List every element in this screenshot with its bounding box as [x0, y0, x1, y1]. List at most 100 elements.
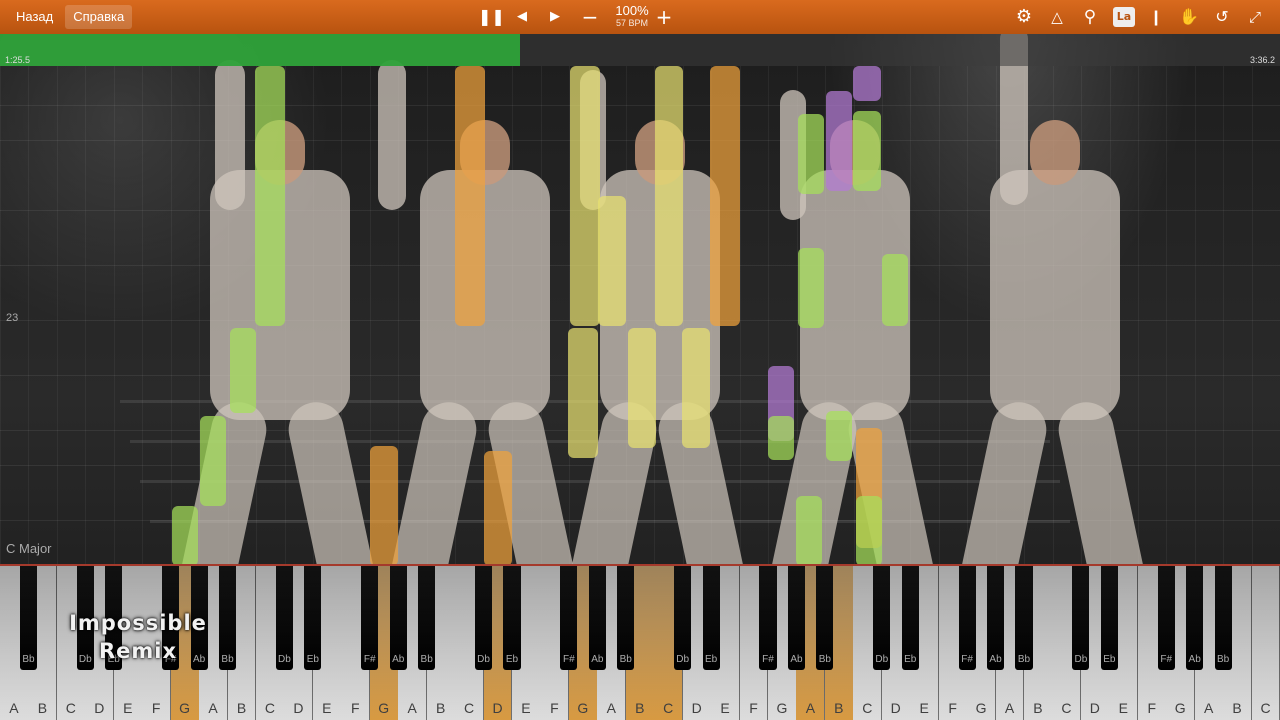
white-key-label: F: [550, 700, 559, 716]
white-key-label: B: [37, 700, 48, 716]
falling-note: [570, 66, 600, 326]
falling-note: [796, 496, 822, 566]
black-key[interactable]: Eb: [1100, 566, 1118, 670]
black-key[interactable]: Ab: [987, 566, 1005, 670]
black-key-label: Bb: [1017, 654, 1031, 665]
gear-icon[interactable]: ⚙: [1014, 7, 1034, 27]
white-key-label: B: [1232, 700, 1242, 716]
black-key[interactable]: Bb: [617, 566, 635, 670]
speed-display: 100% 57 BPM: [606, 3, 658, 28]
white-key-label: E: [1118, 700, 1128, 716]
white-key-label: B: [834, 700, 844, 716]
black-key[interactable]: F#: [759, 566, 777, 670]
white-key-label: D: [492, 700, 503, 716]
next-icon[interactable]: ▶: [545, 7, 565, 27]
white-key-label: C: [663, 700, 674, 716]
metronome-icon[interactable]: △: [1047, 7, 1067, 27]
white-key-label: C: [264, 700, 276, 716]
progress-bar[interactable]: [0, 34, 1280, 66]
falling-notes-area: [0, 66, 1280, 566]
help-button[interactable]: Справка: [65, 5, 133, 29]
black-key[interactable]: Db: [873, 566, 891, 670]
total-time: 3:36.2: [1249, 55, 1275, 65]
black-key-label: Eb: [904, 654, 917, 665]
black-key[interactable]: Eb: [702, 566, 720, 670]
black-key-label: Bb: [1216, 654, 1230, 665]
white-key-label: C: [464, 700, 475, 716]
white-key-label: D: [94, 700, 105, 716]
bookmark-icon[interactable]: ❙: [1146, 7, 1166, 27]
falling-note: [710, 66, 740, 326]
white-key-label: B: [435, 700, 446, 716]
black-key-label: Db: [278, 654, 291, 665]
black-key[interactable]: Bb: [19, 566, 37, 670]
black-key[interactable]: Db: [475, 566, 493, 670]
current-time: 1:25.5: [5, 55, 31, 65]
falling-note: [853, 66, 881, 101]
falling-note: [255, 66, 285, 326]
black-key-label: F#: [563, 654, 575, 665]
previous-icon[interactable]: ◀: [512, 7, 532, 27]
black-key[interactable]: Bb: [418, 566, 436, 670]
black-key[interactable]: F#: [1157, 566, 1175, 670]
black-key-label: F#: [363, 654, 376, 665]
black-key[interactable]: Ab: [1186, 566, 1204, 670]
black-key[interactable]: F#: [361, 566, 379, 670]
falling-note: [768, 416, 794, 460]
black-key-label: Ab: [591, 654, 604, 665]
white-key-label: A: [1004, 700, 1015, 716]
loop-icon[interactable]: ↺: [1212, 7, 1232, 27]
back-button[interactable]: Назад: [8, 5, 61, 29]
black-key[interactable]: Bb: [1015, 566, 1033, 670]
falling-note: [655, 66, 683, 326]
white-key[interactable]: C: [1251, 566, 1280, 720]
black-key[interactable]: Db: [275, 566, 293, 670]
black-key[interactable]: F#: [958, 566, 976, 670]
white-key-label: A: [9, 700, 19, 716]
black-key[interactable]: Bb: [816, 566, 834, 670]
black-key[interactable]: Ab: [588, 566, 606, 670]
speed-percent: 100%: [615, 3, 649, 18]
black-key-label: Bb: [818, 654, 831, 665]
black-key[interactable]: Db: [1072, 566, 1090, 670]
minus-icon[interactable]: −: [580, 7, 600, 27]
label-icon[interactable]: La: [1113, 7, 1135, 27]
white-key-label: A: [208, 700, 218, 716]
plus-icon[interactable]: +: [654, 7, 674, 27]
black-key[interactable]: Eb: [304, 566, 322, 670]
black-key[interactable]: Ab: [389, 566, 407, 670]
magnifier-icon[interactable]: ⚲: [1080, 7, 1100, 27]
white-key-label: B: [236, 700, 247, 716]
black-key[interactable]: Eb: [503, 566, 521, 670]
hand-icon[interactable]: ✋: [1179, 7, 1199, 27]
falling-note: [826, 91, 852, 191]
falling-note: [853, 111, 881, 191]
white-key-label: G: [378, 700, 390, 716]
white-key-label: F: [749, 700, 758, 716]
white-key-label: C: [65, 700, 76, 716]
pause-icon[interactable]: ❚❚: [478, 7, 505, 27]
black-key[interactable]: Bb: [1214, 566, 1232, 670]
black-key[interactable]: Db: [674, 566, 692, 670]
black-key[interactable]: Ab: [787, 566, 805, 670]
black-key-label: F#: [1160, 654, 1173, 665]
falling-note: [370, 446, 398, 566]
black-key-label: F#: [961, 654, 973, 665]
falling-note: [826, 411, 852, 461]
white-key-label: D: [890, 700, 901, 716]
falling-note: [682, 328, 710, 448]
black-key-label: Eb: [306, 654, 319, 665]
white-key-label: D: [1089, 700, 1100, 716]
white-key-label: E: [720, 700, 730, 716]
watermark-line-1: Impossible: [69, 611, 207, 635]
white-key-label: B: [635, 700, 645, 716]
black-key[interactable]: F#: [560, 566, 578, 670]
white-key-label: C: [1260, 700, 1271, 716]
exit-fullscreen-icon[interactable]: ⤢: [1245, 7, 1265, 27]
piano-visualizer: Назад Справка ❚❚ ◀ ▶ − 100% 57 BPM + ⚙ △…: [0, 0, 1280, 720]
white-key-label: E: [322, 700, 332, 716]
white-key-label: D: [293, 700, 304, 716]
white-key-label: F: [1147, 700, 1157, 716]
white-key-label: B: [1033, 700, 1043, 716]
black-key[interactable]: Eb: [901, 566, 919, 670]
